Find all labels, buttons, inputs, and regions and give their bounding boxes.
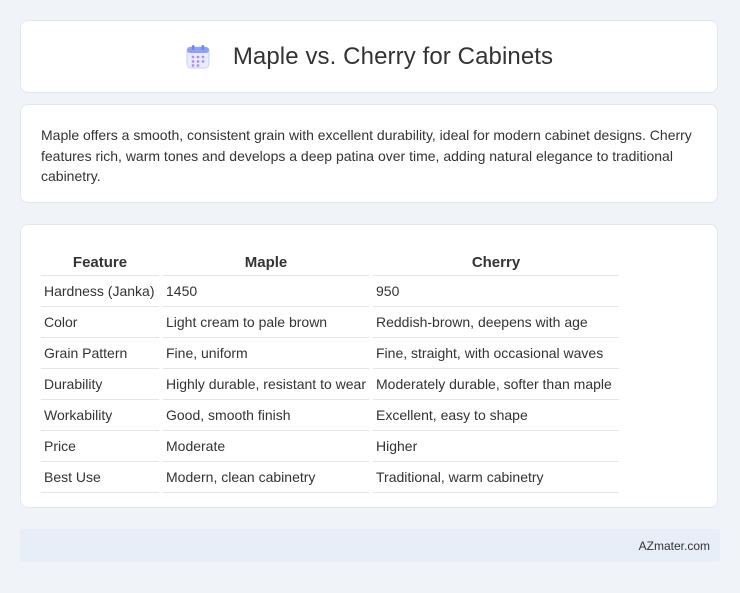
maple-cell: 1450: [163, 276, 369, 307]
table-row: Price Moderate Higher: [41, 431, 619, 462]
footer-bar: AZmater.com: [20, 529, 720, 562]
maple-cell: Good, smooth finish: [163, 400, 369, 431]
title-wrap: Maple vs. Cherry for Cabinets: [185, 43, 553, 71]
cherry-cell: Excellent, easy to shape: [373, 400, 619, 431]
comparison-card: Feature Maple Cherry Hardness (Janka) 14…: [20, 224, 718, 508]
table-row: Durability Highly durable, resistant to …: [41, 369, 619, 400]
feature-cell: Grain Pattern: [41, 338, 159, 369]
calendar-icon: [186, 44, 210, 68]
header-feature: Feature: [41, 243, 159, 276]
table-row: Grain Pattern Fine, uniform Fine, straig…: [41, 338, 619, 369]
feature-cell: Hardness (Janka): [41, 276, 159, 307]
feature-cell: Durability: [41, 369, 159, 400]
maple-cell: Modern, clean cabinetry: [163, 462, 369, 493]
table-row: Workability Good, smooth finish Excellen…: [41, 400, 619, 431]
page-title: Maple vs. Cherry for Cabinets: [232, 42, 554, 70]
feature-cell: Color: [41, 307, 159, 338]
cherry-cell: Traditional, warm cabinetry: [373, 462, 619, 493]
maple-cell: Highly durable, resistant to wear: [163, 369, 369, 400]
header-maple: Maple: [163, 243, 369, 276]
feature-cell: Workability: [41, 400, 159, 431]
feature-cell: Price: [41, 431, 159, 462]
cherry-cell: Fine, straight, with occasional waves: [373, 338, 619, 369]
table-row: Best Use Modern, clean cabinetry Traditi…: [41, 462, 619, 493]
footer-site-link[interactable]: AZmater.com: [639, 539, 710, 553]
comparison-table: Feature Maple Cherry Hardness (Janka) 14…: [37, 243, 623, 493]
header-cherry: Cherry: [373, 243, 619, 276]
table-header-row: Feature Maple Cherry: [41, 243, 619, 276]
header-card: Maple vs. Cherry for Cabinets: [20, 20, 718, 93]
cherry-cell: Higher: [373, 431, 619, 462]
maple-cell: Light cream to pale brown: [163, 307, 369, 338]
table-row: Color Light cream to pale brown Reddish-…: [41, 307, 619, 338]
cherry-cell: Moderately durable, softer than maple: [373, 369, 619, 400]
table-row: Hardness (Janka) 1450 950: [41, 276, 619, 307]
feature-cell: Best Use: [41, 462, 159, 493]
maple-cell: Moderate: [163, 431, 369, 462]
maple-cell: Fine, uniform: [163, 338, 369, 369]
description-card: Maple offers a smooth, consistent grain …: [20, 104, 718, 203]
cherry-cell: 950: [373, 276, 619, 307]
description-text: Maple offers a smooth, consistent grain …: [41, 127, 692, 184]
cherry-cell: Reddish-brown, deepens with age: [373, 307, 619, 338]
